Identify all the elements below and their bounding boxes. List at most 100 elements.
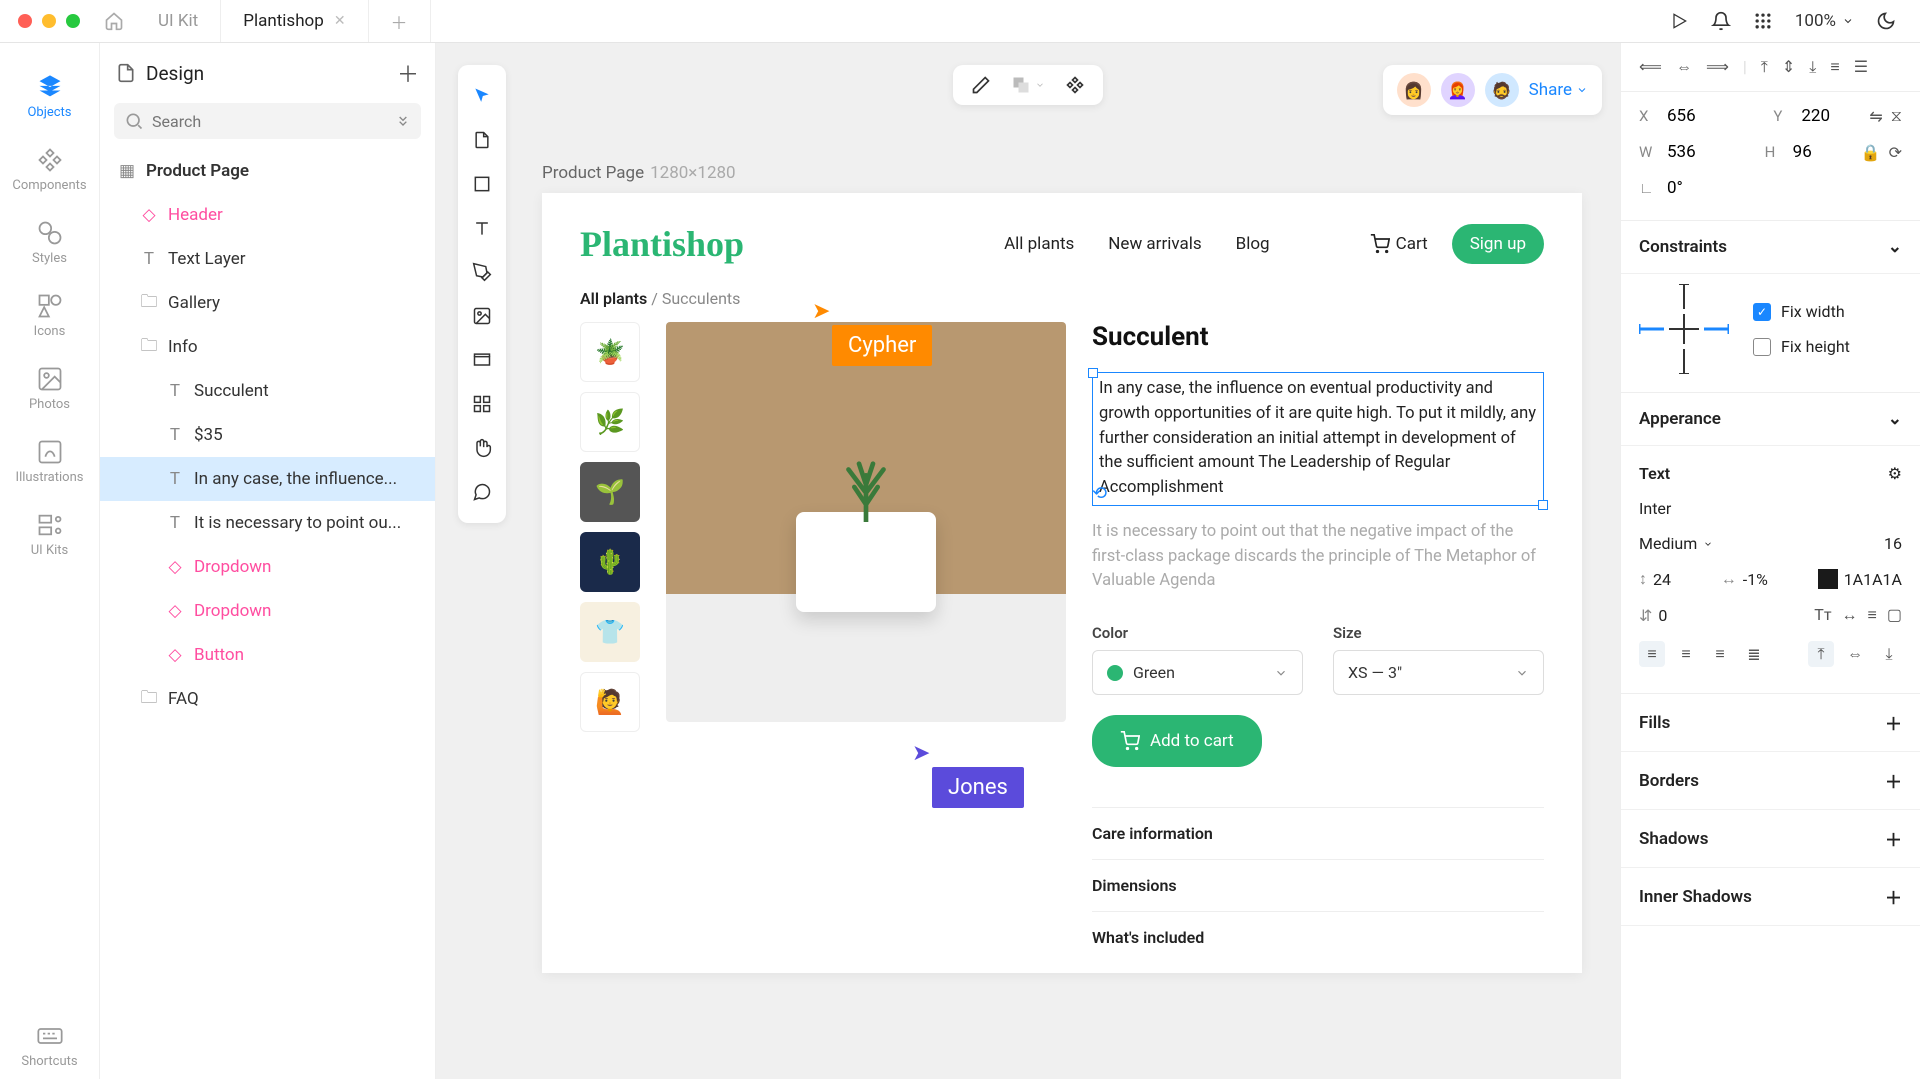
- layer-text-paragraph1[interactable]: TIn any case, the influence...: [100, 457, 435, 501]
- avatar-user1[interactable]: 👩: [1397, 73, 1431, 107]
- size-select[interactable]: XS — 3": [1333, 650, 1544, 695]
- comment-tool[interactable]: [458, 471, 506, 513]
- paragraph-spacing-input[interactable]: ⇵ 0: [1639, 606, 1667, 625]
- pen-tool[interactable]: [458, 251, 506, 293]
- auto-width-icon[interactable]: ↔: [1842, 605, 1858, 625]
- minimize-window-button[interactable]: [42, 14, 56, 28]
- add-border-icon[interactable]: ＋: [1885, 768, 1902, 793]
- text-align-center[interactable]: ≡: [1673, 641, 1699, 667]
- artboard-product-page[interactable]: Plantishop All plants New arrivals Blog …: [542, 193, 1582, 973]
- move-tool[interactable]: [458, 75, 506, 117]
- gallery-hero[interactable]: [666, 322, 1066, 722]
- add-shadow-icon[interactable]: ＋: [1885, 826, 1902, 851]
- tab-ui-kit[interactable]: UI Kit: [136, 0, 221, 42]
- thumb-3[interactable]: 🌱: [580, 462, 640, 522]
- layer-component-dropdown1[interactable]: ◇Dropdown: [100, 545, 435, 589]
- flip-v-icon[interactable]: ⧖: [1891, 106, 1902, 126]
- letter-spacing-input[interactable]: ↔ -1%: [1721, 569, 1768, 589]
- text-align-justify[interactable]: ≣: [1741, 641, 1767, 667]
- fix-width-checkbox[interactable]: ✓Fix width: [1753, 302, 1850, 321]
- rotation-input[interactable]: [1667, 178, 1727, 198]
- layer-component-header[interactable]: ◇Header: [100, 193, 435, 237]
- thumb-1[interactable]: 🪴: [580, 322, 640, 382]
- create-component-icon[interactable]: [1065, 75, 1085, 95]
- color-select[interactable]: Green: [1092, 650, 1303, 695]
- constraints-header[interactable]: Constraints ⌄: [1621, 221, 1920, 274]
- align-right-icon[interactable]: ⟹: [1706, 57, 1729, 77]
- layer-text-price[interactable]: T$35: [100, 413, 435, 457]
- rail-illustrations[interactable]: Illustrations: [0, 428, 99, 495]
- zoom-dropdown[interactable]: 100%: [1795, 11, 1854, 31]
- rail-components[interactable]: Components: [0, 136, 99, 203]
- text-tool[interactable]: [458, 207, 506, 249]
- reset-transform-icon[interactable]: ⟳: [1889, 143, 1902, 162]
- section-tool[interactable]: [458, 339, 506, 381]
- frame-label[interactable]: Product Page1280×1280: [542, 163, 736, 183]
- font-size-input[interactable]: 16: [1884, 534, 1902, 553]
- thumb-5[interactable]: 👕: [580, 602, 640, 662]
- thumb-2[interactable]: 🌿: [580, 392, 640, 452]
- layer-group-gallery[interactable]: 🗀Gallery: [100, 281, 435, 325]
- share-button[interactable]: Share: [1529, 80, 1588, 100]
- close-tab-icon[interactable]: ✕: [334, 13, 346, 29]
- search-input[interactable]: [152, 112, 395, 131]
- add-tab-button[interactable]: ＋: [369, 0, 431, 42]
- nav-all-plants[interactable]: All plants: [1004, 234, 1074, 254]
- frame-tool[interactable]: [458, 119, 506, 161]
- nav-new-arrivals[interactable]: New arrivals: [1108, 234, 1201, 254]
- auto-height-icon[interactable]: ≡: [1868, 605, 1877, 625]
- shadows-header[interactable]: Shadows＋: [1621, 810, 1920, 868]
- rail-icons[interactable]: Icons: [0, 282, 99, 349]
- layer-text-paragraph2[interactable]: TIt is necessary to point ou...: [100, 501, 435, 545]
- x-input[interactable]: [1667, 106, 1727, 126]
- text-settings-icon[interactable]: ⚙: [1888, 464, 1902, 483]
- distribute-h-icon[interactable]: ≡: [1830, 57, 1839, 77]
- collapse-icon[interactable]: [395, 113, 411, 129]
- edit-icon[interactable]: [971, 75, 991, 95]
- selected-text-node[interactable]: In any case, the influence on eventual p…: [1092, 372, 1544, 506]
- add-page-button[interactable]: ＋: [397, 57, 419, 89]
- constraint-anchor-widget[interactable]: [1639, 284, 1729, 374]
- avatar-user2[interactable]: 👩‍🦰: [1441, 73, 1475, 107]
- rail-shortcuts[interactable]: Shortcuts: [0, 1012, 99, 1079]
- layer-group-info[interactable]: 🗀Info: [100, 325, 435, 369]
- text-align-right[interactable]: ≡: [1707, 641, 1733, 667]
- flip-h-icon[interactable]: ⇋: [1869, 107, 1882, 126]
- rail-photos[interactable]: Photos: [0, 355, 99, 422]
- avatar-user3[interactable]: 🧔: [1485, 73, 1519, 107]
- fixed-size-icon[interactable]: ▢: [1887, 605, 1902, 625]
- inner-shadows-header[interactable]: Inner Shadows＋: [1621, 868, 1920, 926]
- h-input[interactable]: [1793, 142, 1853, 162]
- acc-whats-included[interactable]: What's included: [1092, 911, 1544, 963]
- play-icon[interactable]: [1669, 11, 1689, 31]
- maximize-window-button[interactable]: [66, 14, 80, 28]
- dark-mode-icon[interactable]: [1876, 11, 1896, 31]
- layer-search[interactable]: [114, 103, 421, 139]
- line-height-input[interactable]: ↕ 24: [1639, 569, 1671, 589]
- breadcrumb-root[interactable]: All plants: [580, 289, 647, 308]
- grid-tool[interactable]: [458, 383, 506, 425]
- thumb-6[interactable]: 🙋: [580, 672, 640, 732]
- align-top-icon[interactable]: ⤒: [1761, 57, 1768, 77]
- boolean-dropdown[interactable]: [1011, 75, 1045, 95]
- y-input[interactable]: [1801, 106, 1861, 126]
- apps-grid-icon[interactable]: [1753, 11, 1773, 31]
- text-valign-middle[interactable]: ⇔: [1842, 641, 1868, 667]
- thumb-4[interactable]: 🌵: [580, 532, 640, 592]
- acc-care[interactable]: Care information: [1092, 807, 1544, 859]
- rail-uikits[interactable]: UI Kits: [0, 501, 99, 568]
- fills-header[interactable]: Fills＋: [1621, 694, 1920, 752]
- image-tool[interactable]: [458, 295, 506, 337]
- layer-text-layer[interactable]: TText Layer: [100, 237, 435, 281]
- text-color-input[interactable]: 1A1A1A: [1818, 569, 1902, 589]
- layer-group-faq[interactable]: 🗀FAQ: [100, 677, 435, 721]
- fix-height-checkbox[interactable]: Fix height: [1753, 337, 1850, 356]
- align-center-h-icon[interactable]: ⇔: [1676, 57, 1692, 77]
- layer-text-succulent[interactable]: TSucculent: [100, 369, 435, 413]
- add-fill-icon[interactable]: ＋: [1885, 710, 1902, 735]
- more-align-icon[interactable]: ☰: [1854, 57, 1868, 77]
- align-bottom-icon[interactable]: ⤓: [1809, 57, 1816, 77]
- font-family[interactable]: Inter: [1639, 499, 1671, 518]
- notifications-icon[interactable]: [1711, 11, 1731, 31]
- layer-frame-product-page[interactable]: ▦Product Page: [100, 149, 435, 193]
